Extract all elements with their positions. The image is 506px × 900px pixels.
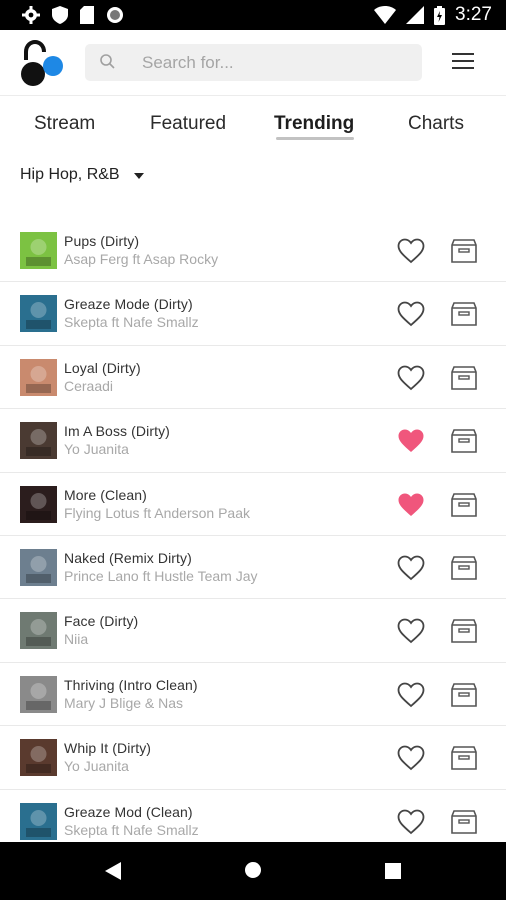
signal-icon: [406, 6, 425, 24]
track-title[interactable]: Loyal (Dirty): [64, 360, 141, 376]
tab-stream[interactable]: Stream: [34, 113, 95, 135]
track-title[interactable]: Thriving (Intro Clean): [64, 677, 198, 693]
tab-trending[interactable]: Trending: [274, 113, 354, 135]
track-title[interactable]: More (Clean): [64, 487, 147, 503]
heart-outline-icon[interactable]: [397, 301, 425, 327]
track-title[interactable]: Pups (Dirty): [64, 233, 139, 249]
track-row[interactable]: Loyal (Dirty) Ceraadi: [0, 346, 506, 410]
album-art[interactable]: [20, 802, 57, 840]
track-title[interactable]: Greaze Mod (Clean): [64, 804, 193, 820]
album-art[interactable]: [20, 422, 57, 460]
caret-down-icon: [133, 173, 144, 179]
heart-outline-icon[interactable]: [397, 238, 425, 264]
track-artist: Ceraadi: [64, 377, 114, 394]
system-nav-bar: [0, 842, 506, 900]
tab-charts[interactable]: Charts: [408, 113, 464, 135]
status-icons-right: 3:27: [374, 4, 492, 26]
home-icon[interactable]: [244, 861, 262, 884]
search-icon: [99, 53, 117, 76]
track-artist: Niia: [64, 631, 89, 648]
heart-filled-icon[interactable]: [397, 492, 425, 518]
tab-bar: Stream Featured Trending Charts: [0, 96, 506, 148]
back-icon[interactable]: [105, 862, 121, 885]
heart-filled-icon[interactable]: [397, 428, 425, 454]
settings-icon: [22, 6, 40, 24]
recents-icon[interactable]: [385, 863, 401, 884]
crate-icon[interactable]: [450, 809, 478, 834]
crate-icon[interactable]: [450, 302, 478, 327]
search-bar[interactable]: Search for...: [85, 44, 422, 81]
track-artist: Yo Juanita: [64, 758, 129, 775]
search-input[interactable]: Search for...: [142, 53, 234, 73]
track-artist: Skepta ft Nafe Smallz: [64, 821, 199, 838]
crate-icon[interactable]: [450, 556, 478, 580]
album-art[interactable]: [20, 295, 57, 333]
circle-status-icon: [106, 6, 124, 24]
battery-icon: [434, 5, 446, 25]
active-tab-indicator: [276, 137, 354, 140]
genre-dropdown[interactable]: Hip Hop, R&B: [20, 166, 144, 184]
genre-label: Hip Hop, R&B: [20, 166, 120, 183]
status-bar: 3:27: [0, 0, 506, 30]
crate-icon[interactable]: [450, 492, 478, 517]
track-title[interactable]: Naked (Remix Dirty): [64, 550, 192, 566]
album-art[interactable]: [20, 548, 57, 586]
track-row[interactable]: Whip It (Dirty) Yo Juanita: [0, 726, 506, 790]
track-title[interactable]: Greaze Mode (Dirty): [64, 296, 193, 312]
track-row[interactable]: Thriving (Intro Clean) Mary J Blige & Nas: [0, 663, 506, 727]
track-row[interactable]: Greaze Mode (Dirty) Skepta ft Nafe Smallz: [0, 282, 506, 346]
crate-icon[interactable]: [450, 239, 478, 263]
track-artist: Flying Lotus ft Anderson Paak: [64, 504, 250, 521]
tab-featured[interactable]: Featured: [150, 113, 226, 135]
track-row[interactable]: More (Clean) Flying Lotus ft Anderson Paa…: [0, 473, 506, 536]
track-row[interactable]: Face (Dirty) Niia: [0, 599, 506, 663]
shield-icon: [52, 6, 68, 24]
heart-outline-icon[interactable]: [397, 745, 425, 771]
album-art[interactable]: [20, 232, 57, 269]
track-row[interactable]: Im A Boss (Dirty) Yo Juanita: [0, 409, 506, 473]
app-logo[interactable]: [20, 39, 66, 88]
heart-outline-icon[interactable]: [397, 555, 425, 581]
track-artist: Prince Lano ft Hustle Team Jay: [64, 567, 258, 584]
album-art[interactable]: [20, 739, 57, 777]
track-artist: Skepta ft Nafe Smallz: [64, 314, 199, 331]
heart-outline-icon[interactable]: [397, 682, 425, 708]
album-art[interactable]: [20, 612, 57, 650]
crate-icon[interactable]: [450, 365, 478, 390]
track-row[interactable]: Pups (Dirty) Asap Ferg ft Asap Rocky: [0, 219, 506, 283]
status-time: 3:27: [455, 4, 492, 25]
crate-icon[interactable]: [450, 429, 478, 453]
track-title[interactable]: Whip It (Dirty): [64, 740, 151, 756]
app-header: Search for...: [0, 30, 506, 96]
crate-icon[interactable]: [450, 619, 478, 644]
album-art[interactable]: [20, 485, 57, 523]
track-artist: Yo Juanita: [64, 441, 129, 458]
hamburger-menu-icon[interactable]: [452, 52, 474, 70]
track-row[interactable]: Naked (Remix Dirty) Prince Lano ft Hustle…: [0, 536, 506, 600]
track-artist: Asap Ferg ft Asap Rocky: [64, 251, 219, 267]
album-art[interactable]: [20, 358, 57, 396]
album-art[interactable]: [20, 675, 57, 713]
sd-card-icon: [80, 6, 94, 24]
status-icons-left: [22, 6, 124, 24]
track-list: Pups (Dirty) Asap Ferg ft Asap Rocky Greaz…: [0, 219, 506, 853]
heart-outline-icon[interactable]: [397, 365, 425, 391]
track-title[interactable]: Face (Dirty): [64, 613, 138, 629]
heart-outline-icon[interactable]: [397, 618, 425, 644]
heart-outline-icon[interactable]: [397, 809, 425, 835]
crate-icon[interactable]: [450, 746, 478, 770]
track-artist: Mary J Blige & Nas: [64, 694, 184, 711]
track-title[interactable]: Im A Boss (Dirty): [64, 423, 170, 439]
wifi-icon: [374, 6, 397, 24]
crate-icon[interactable]: [450, 682, 478, 707]
